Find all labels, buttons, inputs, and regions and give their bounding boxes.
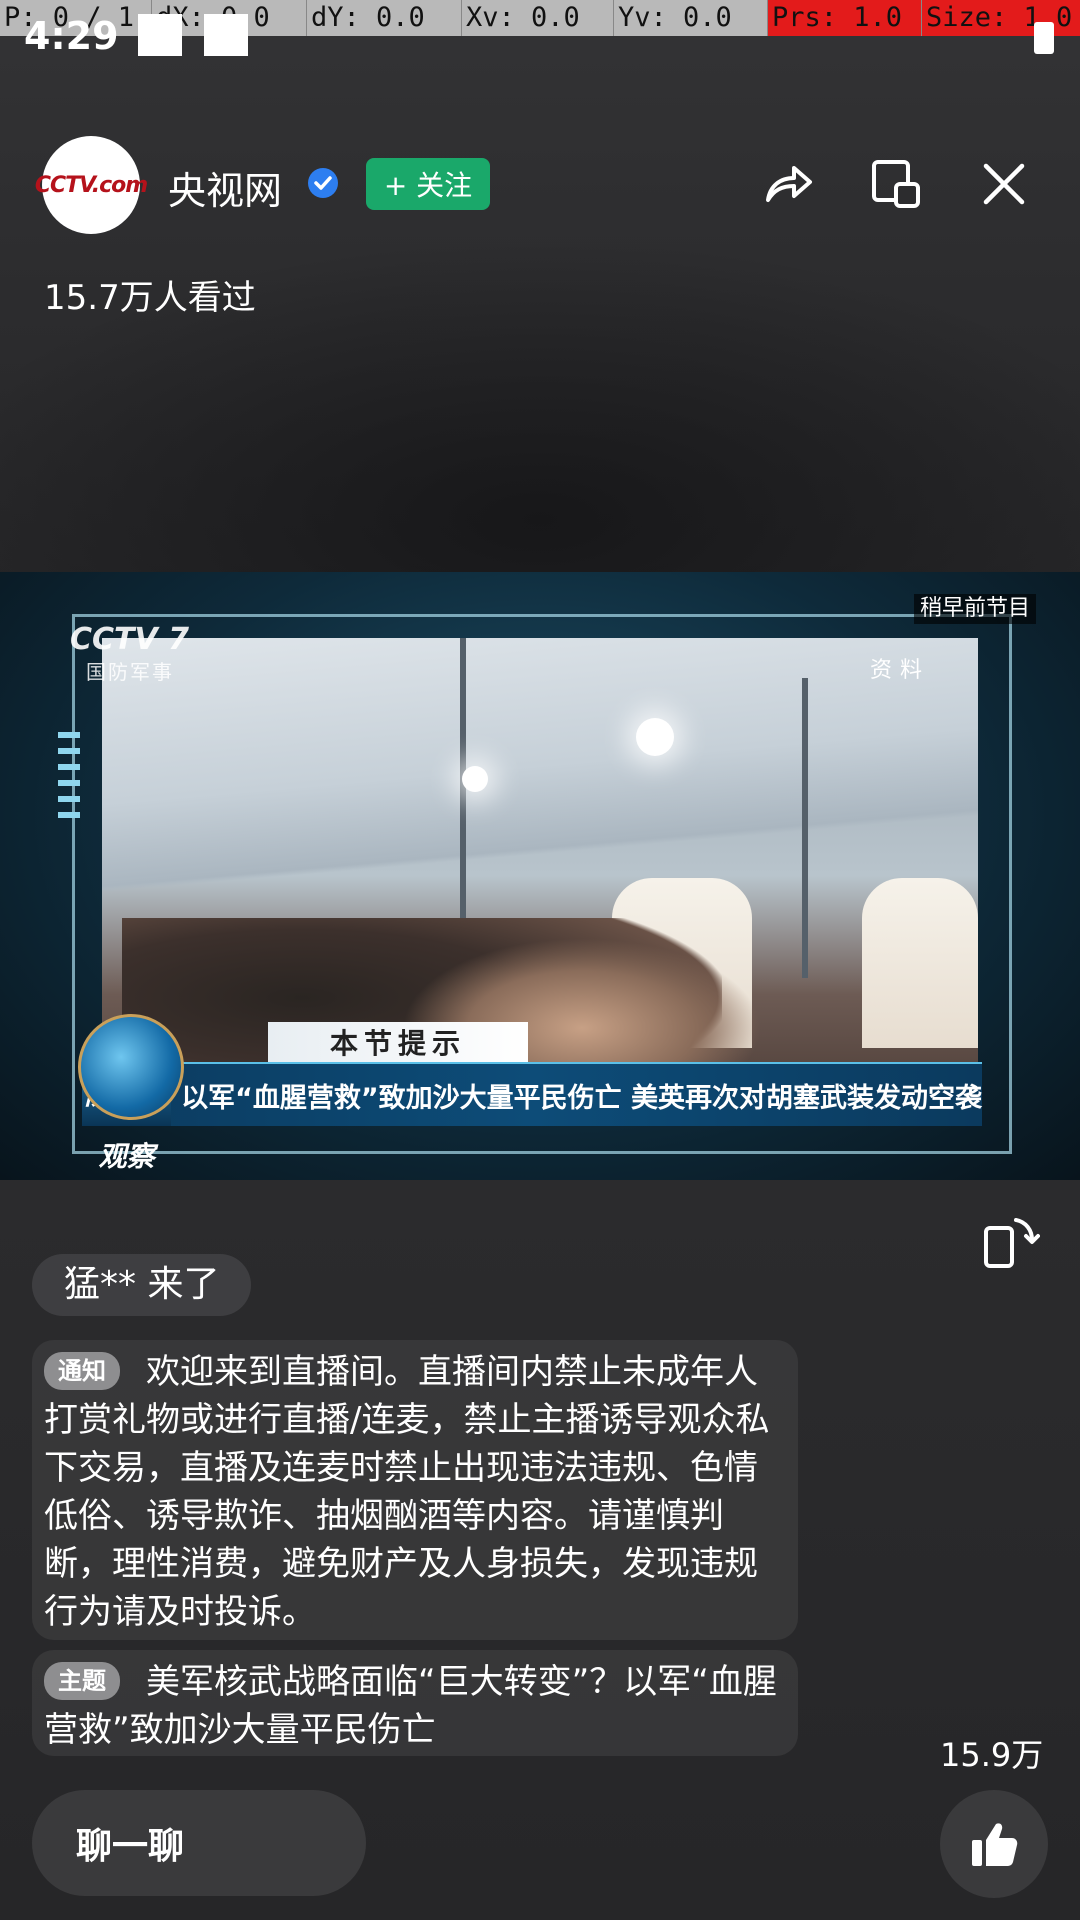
status-time: 4:29 bbox=[24, 14, 119, 58]
topic-tag: 主题 bbox=[44, 1662, 120, 1700]
topic-text: 美军核武战略面临“巨大转变”？以军“血腥营救”致加沙大量平民伤亡 bbox=[44, 1662, 777, 1750]
notice-tag: 通知 bbox=[44, 1352, 120, 1390]
channel-name[interactable]: 央视网 bbox=[168, 160, 282, 215]
notification-icon bbox=[138, 14, 182, 56]
avatar-logo: CCTV.com bbox=[34, 172, 148, 198]
view-count: 15.7万人看过 bbox=[44, 278, 256, 318]
tent-light bbox=[636, 718, 674, 756]
tent-window bbox=[862, 878, 978, 1048]
tent-light bbox=[462, 766, 488, 792]
verified-badge-icon bbox=[308, 168, 338, 198]
channel-avatar[interactable]: CCTV.com bbox=[35, 136, 148, 234]
cctv-channel-logo: CCTV 7 bbox=[70, 622, 190, 657]
notice-message: 通知 欢迎来到直播间。直播间内禁止未成年人打赏礼物或进行直播/连麦，禁止主播诱导观… bbox=[32, 1340, 798, 1640]
user-arrival-message: 猛** 来了 bbox=[32, 1254, 252, 1316]
notice-text: 欢迎来到直播间。直播间内禁止未成年人打赏礼物或进行直播/连麦，禁止主播诱导观众私… bbox=[44, 1352, 770, 1632]
earlier-program-badge: 稍早前节目 bbox=[914, 594, 1037, 624]
video-player[interactable]: CCTV 7 国防军事 资料 稍早前节目 本节提示 防务新观察 以军“血腥营救”… bbox=[0, 572, 1080, 1180]
section-tip-label: 本节提示 bbox=[268, 1022, 528, 1062]
thumbs-up-icon bbox=[972, 1823, 1018, 1866]
debug-size: Size: 1.0 bbox=[922, 0, 1080, 36]
video-scene bbox=[102, 638, 978, 1118]
debug-dy: dY: 0.0 bbox=[307, 0, 462, 36]
globe-icon bbox=[78, 1014, 184, 1120]
cctv-channel-subtitle: 国防军事 bbox=[86, 660, 174, 684]
notification-icon bbox=[204, 14, 248, 56]
like-button[interactable] bbox=[940, 1790, 1048, 1898]
tent-pole bbox=[802, 678, 808, 978]
debug-yv: Yv: 0.0 bbox=[614, 0, 768, 36]
chat-input[interactable]: 聊一聊 bbox=[32, 1790, 366, 1896]
follow-button[interactable]: + 关注 bbox=[366, 158, 490, 210]
share-icon[interactable] bbox=[760, 156, 816, 212]
pip-icon[interactable] bbox=[868, 156, 924, 212]
archive-footage-tag: 资料 bbox=[870, 658, 931, 683]
news-ticker: 防务新观察 以军“血腥营救”致加沙大量平民伤亡 美英再次对胡塞武装发动空袭 bbox=[82, 1062, 982, 1173]
close-icon[interactable] bbox=[976, 156, 1032, 212]
rotate-screen-icon[interactable] bbox=[980, 1212, 1040, 1272]
topic-message: 主题 美军核武战略面临“巨大转变”？以军“血腥营救”致加沙大量平民伤亡 bbox=[32, 1650, 798, 1756]
like-count: 15.9万 bbox=[940, 1736, 1044, 1774]
decorative-chevrons bbox=[58, 732, 80, 822]
ticker-headline: 以军“血腥营救”致加沙大量平民伤亡 美英再次对胡塞武装发动空袭 bbox=[181, 1082, 982, 1114]
battery-icon bbox=[1034, 22, 1054, 54]
debug-pressure: Prs: 1.0 bbox=[768, 0, 922, 36]
debug-xv: Xv: 0.0 bbox=[462, 0, 614, 36]
